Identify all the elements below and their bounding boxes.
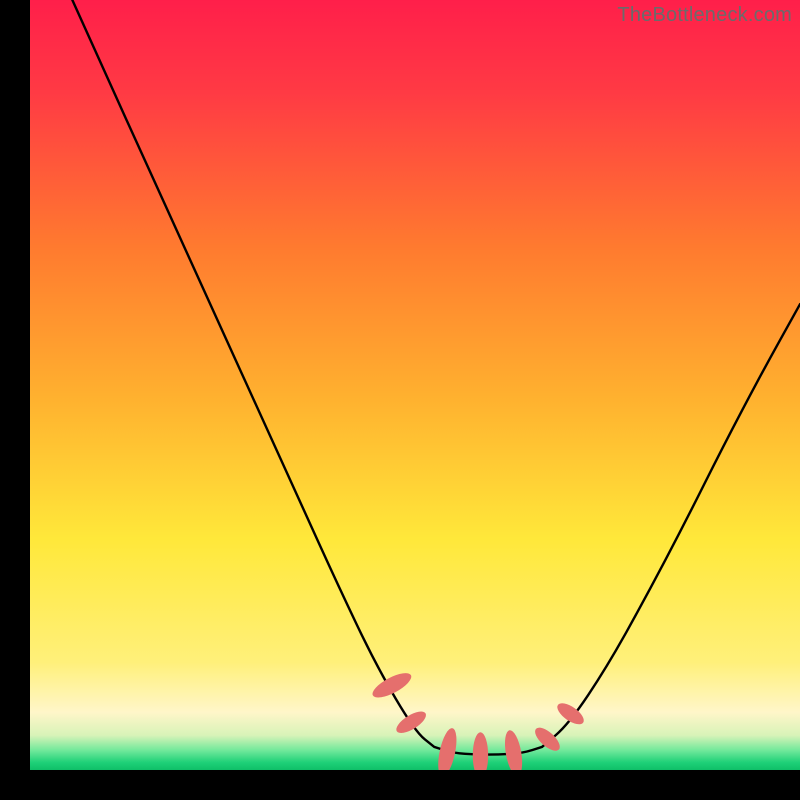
curve-bead xyxy=(393,707,429,737)
curve-bead xyxy=(369,668,414,702)
bottleneck-curve xyxy=(30,0,800,770)
curve-bead xyxy=(502,729,525,770)
chart-frame: TheBottleneck.com xyxy=(0,0,800,800)
plot-area: TheBottleneck.com xyxy=(30,0,800,770)
curve-bead xyxy=(473,732,488,770)
curve-path xyxy=(72,0,800,755)
